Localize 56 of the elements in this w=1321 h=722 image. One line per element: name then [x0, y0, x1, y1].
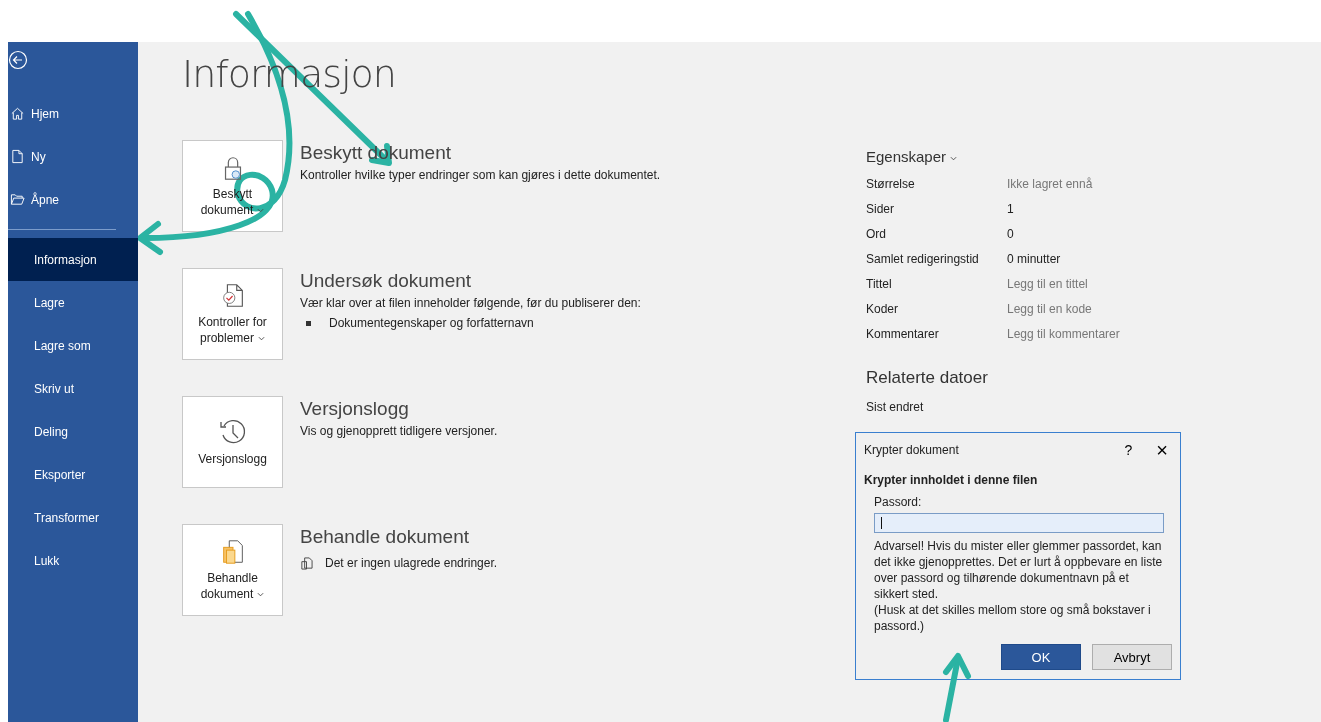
warning-text: Advarsel! Hvis du mister eller glemmer passordet, kan det ikke gjenopprettes. Det er lurt å oppbevare en liste over passord og tilhørende dokumentnavn på et sikkert sted. [874, 538, 1164, 602]
property-value[interactable]: Legg til en tittel [1007, 276, 1088, 291]
note-text: Det er ingen ulagrede endringer. [325, 556, 498, 570]
sidebar-item[interactable]: Transformer [8, 496, 138, 539]
sidebar-item[interactable]: Skriv ut [8, 367, 138, 410]
property-label: Størrelse [866, 176, 916, 191]
sidebar-item[interactable]: Eksporter [8, 453, 138, 496]
folder-icon [10, 192, 25, 207]
section-description: Kontroller hvilke typer endringer som kan gjøres i dette dokumentet. [300, 168, 661, 182]
property-value[interactable]: Legg til en kode [1007, 301, 1092, 316]
sidebar-item[interactable]: Åpne [8, 178, 138, 221]
property-label: Sider [866, 201, 895, 216]
property-label: Sist endret [866, 399, 925, 414]
property-value: 0 [1007, 226, 1014, 241]
tile-button[interactable]: Kontroller for problemer [182, 268, 283, 360]
sidebar-item[interactable]: Lukk [8, 539, 138, 582]
section-heading: Versjonslogg [300, 398, 410, 420]
bullet-text: Dokumentegenskaper og forfatternavn [329, 316, 534, 330]
field-label: Passord: [873, 495, 923, 509]
sidebar-item[interactable]: Hjem [8, 92, 138, 135]
section-heading: Undersøk dokument [300, 270, 473, 292]
sidebar-item[interactable]: Lagre [8, 281, 138, 324]
close-button[interactable]: × [1152, 438, 1172, 462]
section-heading: Behandle dokument [300, 526, 470, 548]
sidebar-item[interactable]: Informasjon [8, 238, 138, 281]
dialog-button[interactable]: OK [1001, 644, 1081, 670]
documents-icon [300, 556, 313, 570]
annotation-arrow [943, 653, 971, 722]
sidebar-item[interactable]: Ny [8, 135, 138, 178]
property-label: Samlet redigeringstid [866, 251, 980, 266]
dialog-heading: Krypter innholdet i denne filen [864, 473, 1039, 487]
hint-text: (Husk at det skilles mellom store og små bokstaver i passord.) [874, 602, 1152, 634]
chevron-icon [950, 155, 958, 161]
dialog-button[interactable]: Avbryt [1092, 644, 1172, 670]
tile-button[interactable]: Versjonslogg [182, 396, 283, 488]
property-label: Ord [866, 226, 887, 241]
related-dates-heading: Relaterte datoer [866, 368, 989, 388]
property-value: 1 [1007, 201, 1014, 216]
property-label: Koder [866, 301, 900, 316]
properties-heading[interactable]: Egenskaper [866, 148, 1166, 165]
home-icon [10, 106, 25, 121]
property-label: Tittel [866, 276, 893, 291]
section-description: Vær klar over at filen inneholder følgende, før du publiserer den: [300, 296, 641, 310]
tile-button[interactable]: Behandle dokument [182, 524, 283, 616]
bullet-icon [306, 320, 311, 326]
sidebar-item[interactable]: Deling [8, 410, 138, 453]
property-value[interactable]: Legg til kommentarer [1007, 326, 1120, 341]
back-icon[interactable] [8, 50, 28, 70]
property-label: Kommentarer [866, 326, 940, 341]
sidebar-item[interactable]: Lagre som [8, 324, 138, 367]
property-value[interactable]: Ikke lagret ennå [1007, 176, 1093, 191]
section-description: Vis og gjenopprett tidligere versjoner. [300, 424, 498, 438]
page-icon [10, 149, 25, 164]
dialog-title: Krypter dokument [864, 443, 959, 457]
help-button[interactable]: ? [1120, 438, 1137, 462]
property-value: 0 minutter [1007, 251, 1061, 266]
